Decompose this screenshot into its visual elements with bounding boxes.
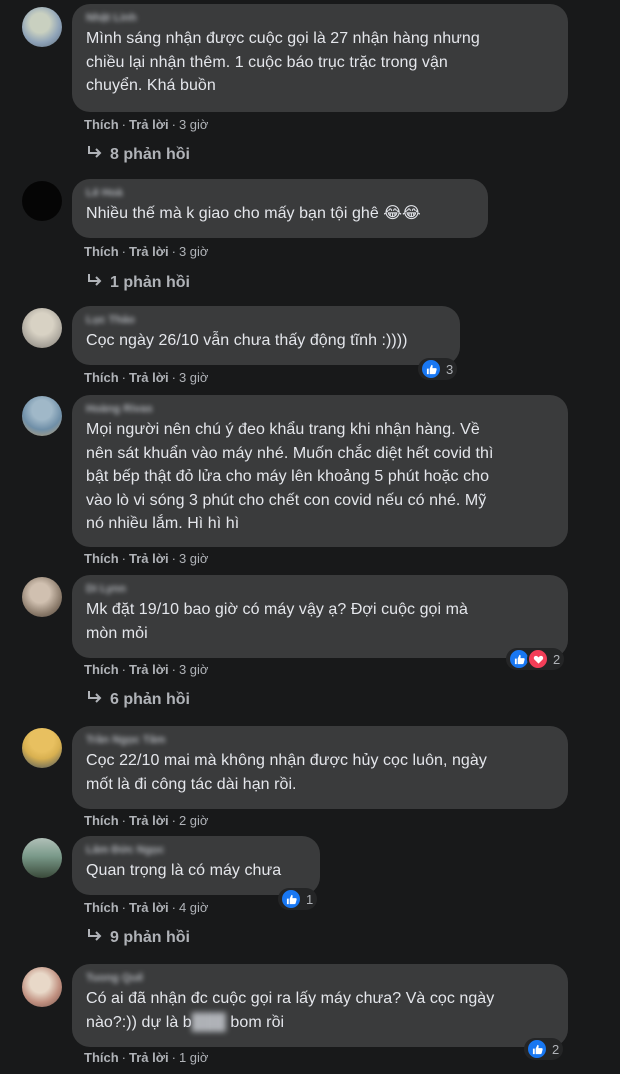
reply-link[interactable]: Trả lời <box>129 1050 169 1065</box>
comment-actions: Thích · Trả lời · 1 giờ <box>84 1050 209 1065</box>
replies-count: 8 phản hồi <box>110 146 190 163</box>
comment-time[interactable]: 3 giờ <box>179 244 209 259</box>
view-replies-link[interactable]: 8 phản hồi <box>86 145 190 164</box>
reply-link[interactable]: Trả lời <box>129 117 169 132</box>
comment-actions: Thích · Trả lời · 4 giờ <box>84 900 209 915</box>
comment-bubble: Trần Ngọc Tâm Cọc 22/10 mai mà không nhậ… <box>72 726 568 809</box>
comment-author[interactable]: Di Lynn <box>86 582 554 596</box>
comment-time[interactable]: 2 giờ <box>179 813 209 828</box>
comment-time[interactable]: 1 giờ <box>179 1050 209 1065</box>
comment-bubble: Hoàng Rivas Mọi người nên chú ý đeo khẩu… <box>72 395 568 547</box>
view-replies-link[interactable]: 1 phản hồi <box>86 273 190 292</box>
comment-time[interactable]: 3 giờ <box>179 662 209 677</box>
comment-author[interactable]: Lê Hoà <box>86 186 474 200</box>
avatar[interactable] <box>22 967 62 1007</box>
comment-author[interactable]: Hoàng Rivas <box>86 402 554 416</box>
avatar[interactable] <box>22 577 62 617</box>
reaction-summary[interactable]: 2 <box>506 648 565 670</box>
reaction-count: 2 <box>552 1041 560 1057</box>
avatar[interactable] <box>22 396 62 436</box>
like-link[interactable]: Thích <box>84 813 119 828</box>
reaction-summary[interactable]: 3 <box>418 358 458 380</box>
comment-text: Mk đặt 19/10 bao giờ có máy vậy ạ? Đợi c… <box>86 601 468 642</box>
comment-text-main: Có ai đã nhận đc cuộc gọi ra lấy máy chư… <box>86 990 495 1031</box>
reaction-count: 2 <box>553 651 561 667</box>
reply-link[interactable]: Trả lời <box>129 900 169 915</box>
reply-link[interactable]: Trả lời <box>129 813 169 828</box>
comment-actions: Thích · Trả lời · 3 giờ <box>84 117 209 132</box>
like-link[interactable]: Thích <box>84 551 119 566</box>
comment-bubble: Lục Thảo Cọc ngày 26/10 vẫn chưa thấy độ… <box>72 306 460 365</box>
redacted-text: ███ <box>191 1013 226 1031</box>
like-reaction-icon <box>420 358 442 380</box>
comment-bubble: Tuong Quế Có ai đã nhận đc cuộc gọi ra l… <box>72 964 568 1047</box>
comment-bubble: Di Lynn Mk đặt 19/10 bao giờ có máy vậy … <box>72 575 568 658</box>
reaction-summary[interactable]: 1 <box>278 888 318 910</box>
comment-text: Mình sáng nhận được cuộc gọi là 27 nhận … <box>86 30 480 94</box>
replies-count: 6 phản hồi <box>110 691 190 708</box>
love-reaction-icon <box>527 648 549 670</box>
comment-bubble: Lê Hoà Nhiều thế mà k giao cho mấy bạn t… <box>72 179 488 238</box>
reaction-summary[interactable]: 2 <box>524 1038 564 1060</box>
like-link[interactable]: Thích <box>84 244 119 259</box>
reaction-count: 3 <box>446 361 454 377</box>
like-link[interactable]: Thích <box>84 370 119 385</box>
comment-actions: Thích · Trả lời · 3 giờ <box>84 551 209 566</box>
avatar[interactable] <box>22 728 62 768</box>
like-link[interactable]: Thích <box>84 900 119 915</box>
comment-actions: Thích · Trả lời · 3 giờ <box>84 662 209 677</box>
comment-text: Nhiều thế mà k giao cho mấy bạn tội ghê … <box>86 205 421 222</box>
view-replies-link[interactable]: 9 phản hồi <box>86 928 190 947</box>
comment-text: Mọi người nên chú ý đeo khẩu trang khi n… <box>86 421 494 532</box>
reaction-count: 1 <box>306 891 314 907</box>
reply-link[interactable]: Trả lời <box>129 370 169 385</box>
avatar[interactable] <box>22 181 62 221</box>
comment-actions: Thích · Trả lời · 3 giờ <box>84 244 209 259</box>
comment-bubble: Lâm Đức Ngọc Quan trọng là có máy chưa <box>72 836 320 895</box>
comment-time[interactable]: 3 giờ <box>179 117 209 132</box>
comment-author[interactable]: Lâm Đức Ngọc <box>86 843 306 857</box>
comment-text: Cọc 22/10 mai mà không nhận được hủy cọc… <box>86 752 487 793</box>
comment-author[interactable]: Trần Ngọc Tâm <box>86 733 554 747</box>
replies-count: 9 phản hồi <box>110 929 190 946</box>
comment-time[interactable]: 3 giờ <box>179 370 209 385</box>
comment-bubble: Nhật Linh Mình sáng nhận được cuộc gọi l… <box>72 4 568 112</box>
avatar[interactable] <box>22 308 62 348</box>
reply-link[interactable]: Trả lời <box>129 244 169 259</box>
avatar[interactable] <box>22 7 62 47</box>
comment-text-tail: bom rồi <box>225 1013 285 1031</box>
reply-arrow-icon <box>86 928 104 947</box>
like-reaction-icon <box>280 888 302 910</box>
avatar[interactable] <box>22 838 62 878</box>
like-link[interactable]: Thích <box>84 1050 119 1065</box>
reply-link[interactable]: Trả lời <box>129 662 169 677</box>
comment-text: Có ai đã nhận đc cuộc gọi ra lấy máy chư… <box>86 987 554 1034</box>
reply-arrow-icon <box>86 145 104 164</box>
like-link[interactable]: Thích <box>84 117 119 132</box>
like-link[interactable]: Thích <box>84 662 119 677</box>
reply-arrow-icon <box>86 273 104 292</box>
comment-author[interactable]: Tuong Quế <box>86 971 554 985</box>
comment-time[interactable]: 4 giờ <box>179 900 209 915</box>
comment-text: Quan trọng là có máy chưa <box>86 862 282 879</box>
comment-author[interactable]: Nhật Linh <box>86 11 554 25</box>
reply-link[interactable]: Trả lời <box>129 551 169 566</box>
comment-time[interactable]: 3 giờ <box>179 551 209 566</box>
comment-actions: Thích · Trả lời · 3 giờ <box>84 370 209 385</box>
like-reaction-icon <box>526 1038 548 1060</box>
reply-arrow-icon <box>86 690 104 709</box>
comment-author[interactable]: Lục Thảo <box>86 313 446 327</box>
comment-actions: Thích · Trả lời · 2 giờ <box>84 813 209 828</box>
view-replies-link[interactable]: 6 phản hồi <box>86 690 190 709</box>
replies-count: 1 phản hồi <box>110 274 190 291</box>
comment-text: Cọc ngày 26/10 vẫn chưa thấy động tĩnh :… <box>86 332 408 349</box>
